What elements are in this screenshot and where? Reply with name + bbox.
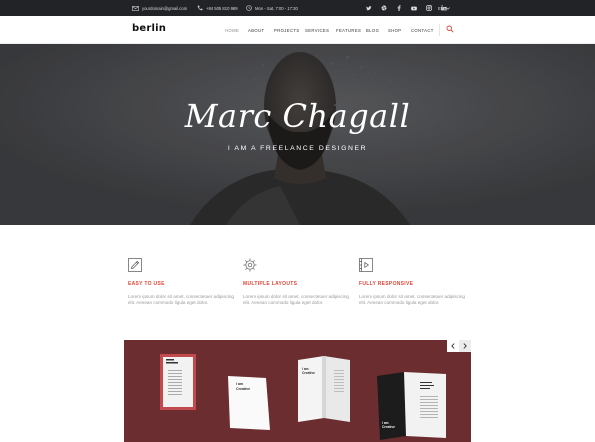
hero-subtitle: I AM A FREELANCE DESIGNER [227, 145, 368, 152]
book-label: Creative [382, 425, 395, 429]
feature-text: Lorem ipsum dolor sit amet, consectetuer… [243, 294, 349, 305]
site-header: berlin HOME ABOUT PROJECTS SERVICES FEAT… [0, 16, 595, 44]
feature-title: MULTIPLE LAYOUTS [243, 281, 298, 287]
feature-text: Lorem ipsum dolor sit amet, consectetuer… [359, 294, 465, 305]
nav-item-home[interactable]: HOME [225, 28, 239, 33]
feature-text: Lorem ipsum dolor sit amet, consectetuer… [128, 294, 234, 305]
book-label: Creative [236, 387, 250, 391]
nav-item-features[interactable]: FEATURES [336, 28, 361, 33]
dribbble-icon[interactable] [381, 5, 387, 11]
hours-text: Mon - Sat, 7:00 - 17:30 [255, 5, 298, 11]
chevron-down-icon [446, 6, 450, 10]
facebook-icon[interactable] [396, 5, 402, 11]
book-label: I am [236, 382, 243, 386]
top-bar-phone[interactable]: +84 505 810 989 [197, 0, 238, 16]
feature-fully-responsive: FULLY RESPONSIVE Lorem ipsum dolor sit a… [359, 258, 471, 305]
nav-item-about[interactable]: ABOUT [248, 28, 264, 33]
top-bar-hours: Mon - Sat, 7:00 - 17:30 [246, 0, 298, 16]
language-label: EN [438, 5, 444, 11]
slider-next-button[interactable] [459, 340, 471, 352]
top-bar: yourdomain@gmail.com +84 505 810 989 Mon… [0, 0, 595, 16]
slider-prev-button[interactable] [447, 340, 459, 352]
nav-item-shop[interactable]: SHOP [388, 28, 401, 33]
nav-item-blog[interactable]: BLOG [366, 28, 379, 33]
pencil-icon [128, 258, 142, 272]
hero-section: Marc Chagall I AM A FREELANCE DESIGNER [0, 44, 595, 225]
top-bar-email[interactable]: yourdomain@gmail.com [132, 0, 187, 16]
showcase-banner: I am Creative I am Creative I am Creativ… [124, 340, 471, 442]
twitter-icon[interactable] [366, 5, 372, 11]
nav-item-contact[interactable]: CONTACT [411, 28, 434, 33]
slider-controls [447, 340, 471, 352]
email-text: yourdomain@gmail.com [142, 5, 188, 11]
feature-title: FULLY RESPONSIVE [359, 281, 414, 287]
phone-text: +84 505 810 989 [206, 5, 238, 11]
book-mockups-image: I am Creative I am Creative I am Creativ… [160, 354, 446, 440]
nav-item-projects[interactable]: PROJECTS [274, 28, 300, 33]
feature-multiple-layouts: MULTIPLE LAYOUTS Lorem ipsum dolor sit a… [243, 258, 355, 305]
search-icon[interactable] [446, 25, 454, 33]
phone-icon [197, 5, 203, 11]
target-icon [243, 258, 257, 272]
hero-title: Marc Chagall [184, 97, 411, 135]
video-icon [359, 258, 373, 272]
youtube-icon[interactable] [411, 5, 417, 11]
language-selector[interactable]: EN [438, 0, 450, 16]
feature-easy-to-use: EASY TO USE Lorem ipsum dolor sit amet, … [128, 258, 240, 305]
site-logo[interactable]: berlin [132, 23, 166, 34]
clock-icon [246, 5, 252, 11]
instagram-icon[interactable] [426, 5, 432, 11]
social-links [366, 0, 447, 16]
nav-divider [439, 24, 440, 36]
mail-icon [132, 5, 139, 11]
chevron-right-icon [463, 343, 467, 349]
feature-title: EASY TO USE [128, 281, 165, 287]
book-label: Creative [302, 371, 315, 375]
nav-item-services[interactable]: SERVICES [305, 28, 329, 33]
chevron-left-icon [451, 343, 455, 349]
